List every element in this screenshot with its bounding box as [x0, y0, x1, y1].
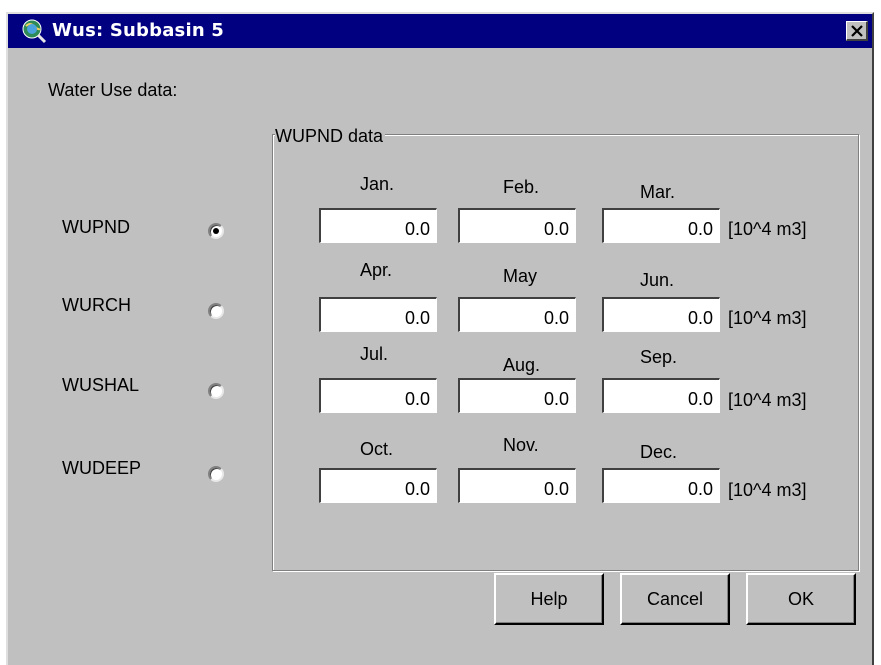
month-label-aug: Aug. [503, 355, 541, 375]
title-bar[interactable]: Wus: Subbasin 5 [8, 14, 872, 48]
cancel-button[interactable]: Cancel [620, 573, 730, 625]
value-field-mar[interactable] [602, 208, 720, 243]
value-field-feb[interactable] [458, 208, 576, 243]
value-field-may[interactable] [458, 297, 576, 332]
close-button[interactable] [846, 21, 868, 41]
value-field-jan[interactable] [319, 208, 437, 243]
radio-wurch[interactable] [208, 303, 224, 319]
value-field-jun[interactable] [602, 297, 720, 332]
unit-label-row1: [10^4 m3] [728, 219, 807, 239]
month-label-oct: Oct. [360, 439, 394, 459]
radio-wupnd[interactable] [208, 223, 224, 239]
month-label-apr: Apr. [360, 260, 393, 280]
value-field-apr[interactable] [319, 297, 437, 332]
help-button[interactable]: Help [494, 573, 604, 625]
dialog-window: Wus: Subbasin 5 Water Use data: WUPND WU… [6, 12, 874, 665]
month-label-jan: Jan. [360, 174, 395, 194]
value-field-sep[interactable] [602, 378, 720, 413]
value-field-aug[interactable] [458, 378, 576, 413]
month-label-nov: Nov. [503, 435, 539, 455]
unit-label-row3: [10^4 m3] [728, 390, 807, 410]
group-label: WUPND data [275, 126, 386, 147]
window-title: Wus: Subbasin 5 [52, 20, 225, 41]
value-field-nov[interactable] [458, 468, 576, 503]
option-label-wushal: WUSHAL [62, 375, 140, 395]
month-label-dec: Dec. [640, 442, 678, 462]
option-label-wupnd: WUPND [62, 217, 130, 237]
month-label-may: May [503, 266, 538, 286]
close-icon [851, 25, 863, 37]
month-label-mar: Mar. [640, 182, 676, 202]
value-field-oct[interactable] [319, 468, 437, 503]
radio-wushal[interactable] [208, 383, 224, 399]
unit-label-row4: [10^4 m3] [728, 480, 807, 500]
month-label-sep: Sep. [640, 347, 678, 367]
month-label-jun: Jun. [640, 270, 675, 290]
globe-magnifier-icon [22, 19, 47, 44]
ok-button[interactable]: OK [746, 573, 856, 625]
value-field-dec[interactable] [602, 468, 720, 503]
unit-label-row2: [10^4 m3] [728, 308, 807, 328]
water-use-label: Water Use data: [48, 80, 178, 100]
value-field-jul[interactable] [319, 378, 437, 413]
option-label-wudeep: WUDEEP [62, 458, 142, 478]
radio-wudeep[interactable] [208, 466, 224, 482]
month-label-jul: Jul. [360, 344, 389, 364]
month-label-feb: Feb. [503, 177, 540, 197]
option-label-wurch: WURCH [62, 295, 131, 315]
